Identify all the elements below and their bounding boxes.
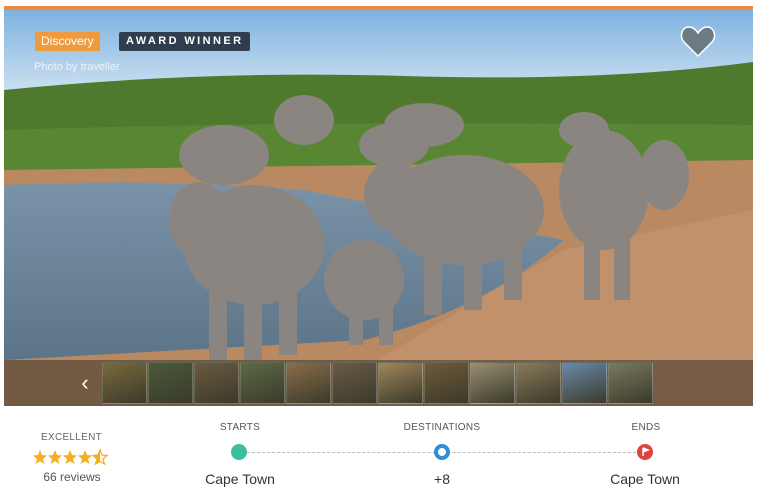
tour-info: EXCELLENT 66 reviews STARTS Cape Town DE… [4,406,753,504]
gallery-thumbnail[interactable] [332,362,377,404]
heart-icon[interactable] [680,24,716,58]
rating-label: EXCELLENT [41,432,103,443]
photo-credit: Photo by traveller [34,61,120,73]
reviews-link[interactable]: 66 reviews [32,470,112,484]
star-icon [33,450,47,464]
gallery-thumbnail[interactable] [102,362,147,404]
flag-icon [637,444,653,460]
star-icon [48,450,62,464]
ends-value: Cape Town [610,471,680,487]
gallery-thumbnail[interactable] [470,362,515,404]
gallery-thumbnail[interactable] [516,362,561,404]
gallery-thumbnail[interactable] [194,362,239,404]
starts-value: Cape Town [205,471,275,487]
hero-photo[interactable]: Discovery AWARD WINNER Photo by travelle… [4,10,753,406]
gallery-thumbnails: ‹ [4,360,753,406]
gallery-thumbnail[interactable] [562,362,607,404]
ends-label: ENDS [631,422,661,433]
star-icon [63,450,77,464]
chevron-left-icon[interactable]: ‹ [74,370,96,396]
starts-label: STARTS [219,422,261,433]
award-winner-badge: AWARD WINNER [119,32,251,51]
gallery-thumbnail[interactable] [608,362,653,404]
gallery-thumbnail[interactable] [240,362,285,404]
star-rating [33,448,109,466]
circle-icon [434,444,450,460]
gallery-thumbnail[interactable] [148,362,193,404]
tour-card: Discovery AWARD WINNER Photo by travelle… [0,0,757,504]
gallery-thumbnail[interactable] [424,362,469,404]
star-icon [78,450,92,464]
destinations-value[interactable]: +8 [402,471,482,487]
gallery-thumbnail[interactable] [378,362,423,404]
destinations-label: DESTINATIONS [403,422,481,433]
discovery-badge: Discovery [35,32,100,51]
gallery-thumbnail[interactable] [286,362,331,404]
map-pin-icon [231,444,247,460]
